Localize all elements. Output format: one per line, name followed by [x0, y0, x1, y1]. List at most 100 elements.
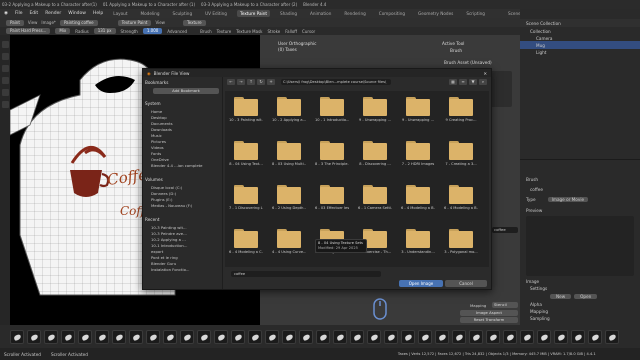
folder-item[interactable]: 6 - 1 Camera Setti... [358, 181, 392, 221]
filter-icon[interactable]: ▼ [469, 79, 477, 85]
preview-panel-header[interactable]: Preview [520, 206, 640, 214]
brush-thumbnail[interactable] [282, 329, 296, 344]
brush-menu[interactable]: Brush [200, 29, 212, 34]
brush-thumbnail[interactable] [350, 329, 364, 344]
display-mode-icon[interactable]: ▦ [449, 79, 457, 85]
system-item-documents[interactable]: Documents [151, 121, 219, 126]
bookmarks-header[interactable]: Bookmarks [145, 80, 168, 85]
tab-modeling[interactable]: Modeling [137, 10, 162, 17]
folder-item[interactable]: 7 - 1 Discovering L... [229, 181, 263, 221]
brush-thumbnail[interactable] [554, 329, 568, 344]
new-image-button[interactable]: New [550, 293, 572, 299]
folder-item[interactable]: 9 - Unwrapping ... [358, 93, 392, 133]
brush-thumbnail[interactable] [367, 329, 381, 344]
forward-icon[interactable]: → [237, 79, 245, 85]
menu-window[interactable]: Window [68, 11, 86, 16]
system-item-desktop[interactable]: Desktop [151, 115, 219, 120]
texture-paint-mode[interactable]: Texture Paint [117, 19, 152, 26]
volume-item-c[interactable]: Disque local (C:) [151, 185, 219, 190]
brush-thumbnail[interactable] [520, 329, 534, 344]
blend-mode[interactable]: Mix [55, 28, 71, 34]
folder-item[interactable]: 7 - 2 HDRI Images [401, 137, 435, 177]
brush-thumbnail[interactable] [180, 329, 194, 344]
texture-name-field[interactable]: coffee [492, 227, 518, 233]
brush-thumbnail[interactable] [299, 329, 313, 344]
stroke-menu[interactable]: Stroke [267, 29, 280, 34]
menu-image[interactable]: Image* [41, 20, 56, 25]
tab-uv-editing[interactable]: UV Editing [202, 10, 230, 17]
falloff-menu[interactable]: Falloff [285, 29, 297, 34]
tab-animation[interactable]: Animation [307, 10, 334, 17]
brush-thumbnail[interactable] [486, 329, 500, 344]
type-dropdown[interactable]: Image or Movie [547, 196, 589, 202]
system-item-videos[interactable]: Videos [151, 145, 219, 150]
texture-selector[interactable]: Texture [182, 19, 206, 26]
back-icon[interactable]: ← [227, 79, 235, 85]
volumes-header[interactable]: Volumes [145, 177, 163, 182]
brush-thumbnail[interactable] [163, 329, 177, 344]
recent-item[interactable]: export [151, 249, 219, 254]
brush-thumbnail[interactable] [605, 329, 619, 344]
folder-item[interactable]: 7 - Creating a 3... [444, 137, 478, 177]
path-field[interactable]: C:\Users\I frog\Desktop\Blen...mplete co… [281, 79, 391, 85]
title-tab-2[interactable]: 01 Applying a Makeup to a Character afte… [103, 2, 195, 7]
tab-scripting[interactable]: Scripting [463, 10, 488, 17]
texture-mask-menu[interactable]: Texture Mask [236, 29, 262, 34]
advanced-menu[interactable]: Advanced [167, 29, 187, 34]
brush-thumbnail[interactable] [316, 329, 330, 344]
mode-dropdown[interactable]: Paint [6, 19, 24, 26]
recent-item[interactable]: 10-2 Applying a ... [151, 237, 219, 242]
folder-item[interactable]: 3 - Understandin... [401, 225, 435, 265]
brush-thumbnail[interactable] [571, 329, 585, 344]
folder-item[interactable]: 4 - 4 Using Curve... [272, 225, 306, 265]
radius-field[interactable]: 131 px [93, 28, 116, 34]
fill-tool-icon[interactable] [1, 89, 9, 96]
new-folder-icon[interactable]: + [267, 79, 275, 85]
reset-transform-button[interactable]: Reset Transform [460, 317, 518, 323]
cursor-menu[interactable]: Cursor [302, 29, 315, 34]
texture-menu[interactable]: Texture [217, 29, 232, 34]
volume-item-d[interactable]: Donnees (D:) [151, 191, 219, 196]
recent-item[interactable]: 10-3 Peindre ave... [151, 231, 219, 236]
folder-item[interactable]: 8 - 3 The Principle... [315, 137, 349, 177]
folder-item[interactable]: 6 - 4 Modeling a B... [444, 181, 478, 221]
brush-thumbnail[interactable] [384, 329, 398, 344]
menu-render[interactable]: Render [45, 11, 61, 16]
folder-item[interactable]: 6 - 4 Modeling a B... [401, 181, 435, 221]
brush-thumbnail[interactable] [27, 329, 41, 344]
menu-edit[interactable]: Edit [29, 11, 38, 16]
mapping-dropdown[interactable]: Stencil [492, 302, 518, 308]
menu-help[interactable]: Help [93, 11, 103, 16]
system-item-fonts[interactable]: Fonts [151, 151, 219, 156]
system-item-pictures[interactable]: Pictures [151, 139, 219, 144]
title-tab-3[interactable]: 03-3 Applying a Makeup to a Character af… [201, 2, 297, 7]
image-aspect-button[interactable]: Image Aspect [460, 310, 518, 316]
folder-item[interactable]: 9 Creating Proc... [444, 93, 478, 133]
outliner-item-light[interactable]: Light [520, 48, 640, 56]
properties-texture-name[interactable]: coffee [520, 185, 640, 193]
sort-icon[interactable]: ≡ [459, 79, 467, 85]
add-bookmark-button[interactable]: Add Bookmark [153, 88, 219, 94]
brush-thumbnail[interactable] [435, 329, 449, 344]
folder-item[interactable]: 8 - Discovering ... [358, 137, 392, 177]
parent-folder-icon[interactable]: ↑ [247, 79, 255, 85]
brush-thumbnail[interactable] [265, 329, 279, 344]
strength-field[interactable]: 1.000 [142, 28, 163, 34]
image-selector[interactable]: Painting coffee [59, 19, 98, 26]
tab-shading[interactable]: Shading [277, 10, 300, 17]
recent-item[interactable]: Pont et le ring [151, 255, 219, 260]
recent-item[interactable]: 10-3 Painting wit... [151, 225, 219, 230]
system-item-home[interactable]: Home [151, 109, 219, 114]
recent-item[interactable]: Instalation Fonctio... [151, 267, 219, 272]
cancel-button[interactable]: Cancel [445, 280, 487, 287]
blender-logo-icon[interactable]: ◉ [4, 11, 8, 16]
close-icon[interactable]: ✕ [483, 71, 487, 76]
search-icon[interactable]: ⌕ [479, 79, 487, 85]
recent-item[interactable]: 10-1 Introduction... [151, 243, 219, 248]
brush-thumbnail[interactable] [146, 329, 160, 344]
smear-tool-icon[interactable] [1, 65, 9, 72]
sampling-panel[interactable]: Sampling [520, 314, 640, 322]
folder-item[interactable]: 8 - 03 Using Multi... [272, 137, 306, 177]
recent-item[interactable]: Blender Guru [151, 261, 219, 266]
tab-rendering[interactable]: Rendering [341, 10, 368, 17]
